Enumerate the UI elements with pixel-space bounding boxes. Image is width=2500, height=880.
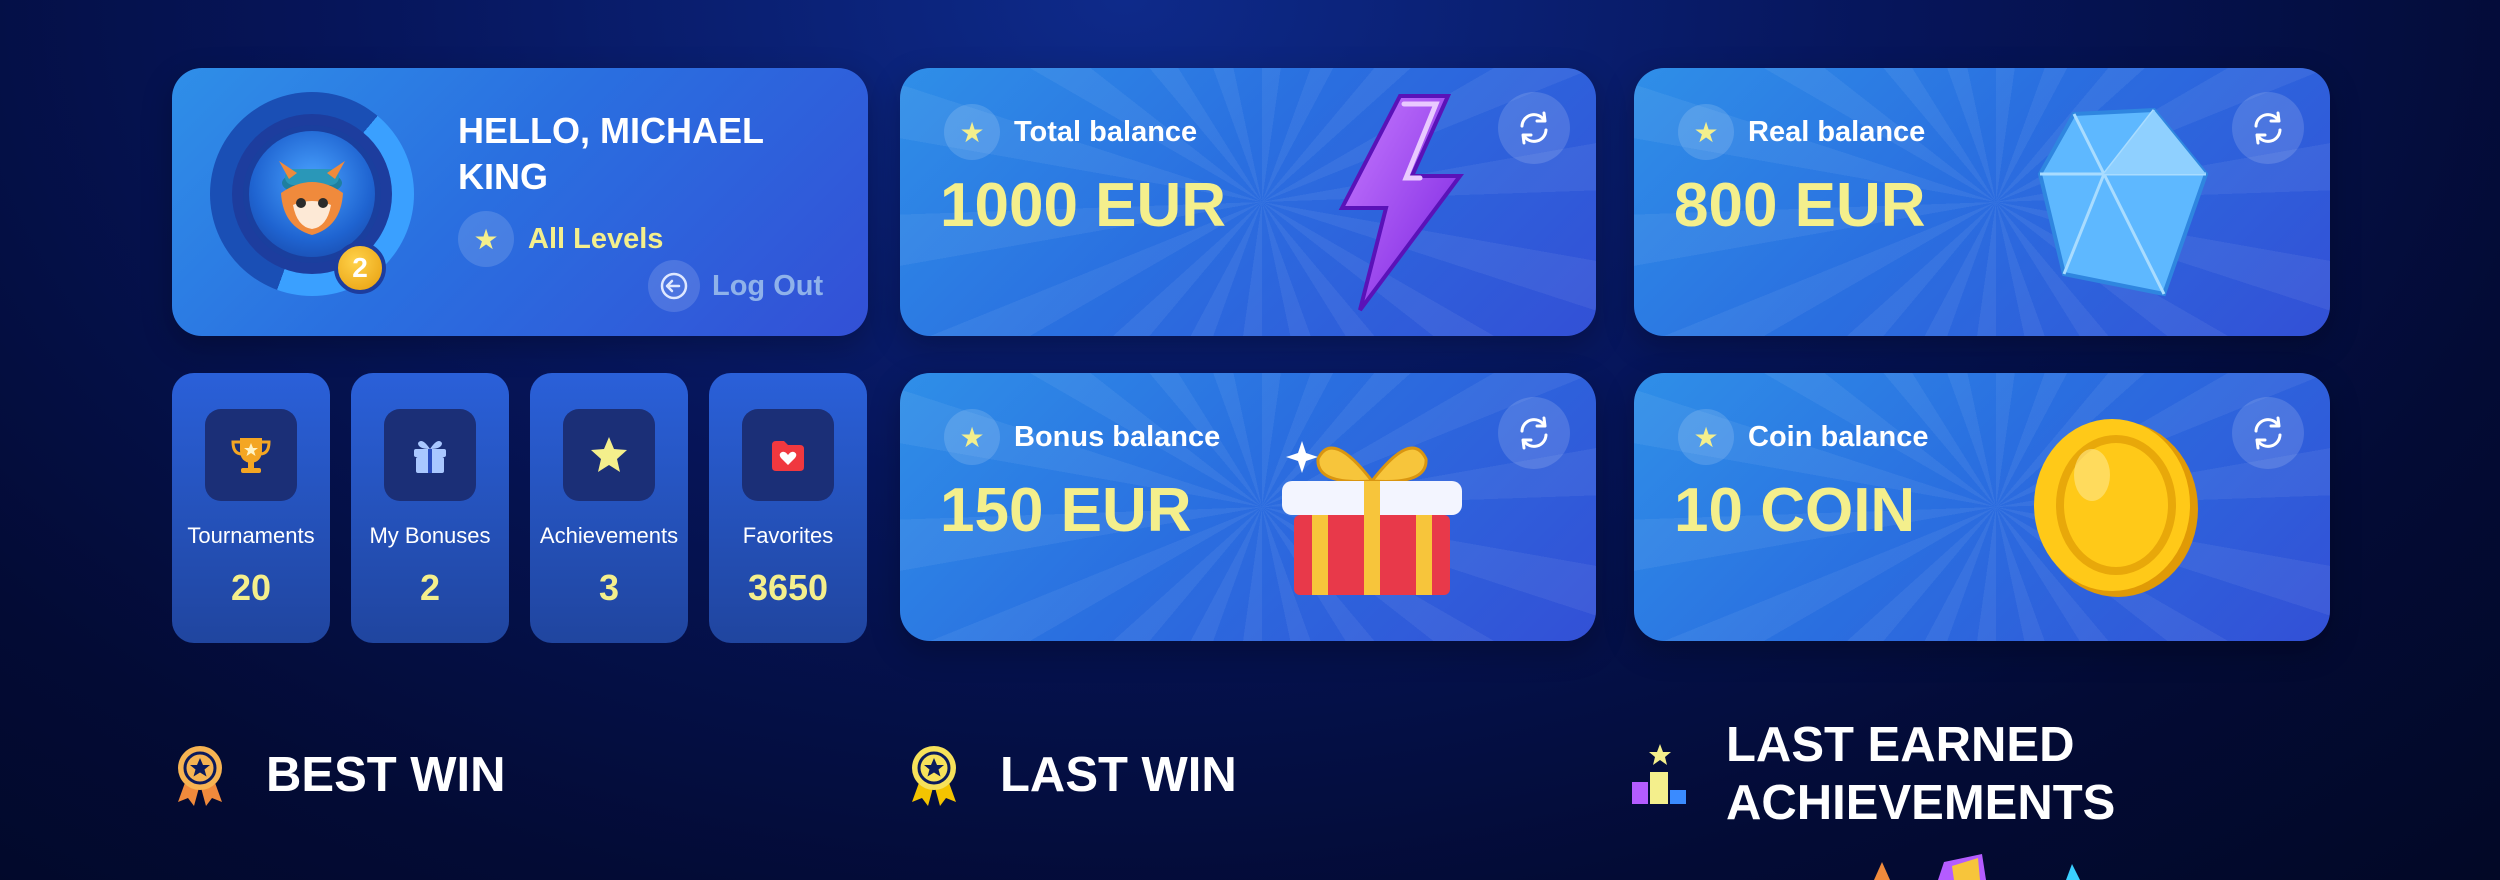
stat-value: 3650 bbox=[747, 567, 829, 608]
level-badge: 2 bbox=[334, 242, 386, 294]
last-achievements-title: LAST EARNED ACHIEVEMENTS bbox=[1726, 718, 2116, 830]
stat-value: 2 bbox=[419, 567, 441, 608]
stat-value: 20 bbox=[230, 567, 272, 608]
stat-value: 3 bbox=[598, 567, 620, 608]
logout-button[interactable]: Log Out bbox=[648, 260, 823, 312]
balance-title: ★ Total balance bbox=[944, 104, 1197, 160]
medal-icon bbox=[178, 746, 222, 806]
stat-label: Achievements bbox=[539, 523, 679, 548]
real-balance-card: ★ Real balance 800 EUR bbox=[1634, 68, 2330, 336]
stat-label: My Bonuses bbox=[369, 523, 491, 548]
achievement-badges-peek bbox=[1874, 854, 2080, 880]
last-win-heading: LAST WIN bbox=[906, 744, 1237, 806]
logout-label: Log Out bbox=[712, 269, 824, 302]
refresh-icon bbox=[2254, 111, 2282, 145]
stat-label: Tournaments bbox=[187, 523, 315, 548]
balance-label: Coin balance bbox=[1748, 420, 1929, 453]
star-icon: ★ bbox=[944, 104, 1000, 160]
last-achievements-heading: LAST EARNED ACHIEVEMENTS bbox=[1630, 716, 2286, 832]
balance-amount: 150 EUR bbox=[940, 476, 1192, 545]
refresh-bonus-button[interactable] bbox=[1498, 397, 1570, 469]
star-icon: ★ bbox=[1678, 409, 1734, 465]
stat-achievements[interactable]: Achievements 3 bbox=[530, 373, 688, 643]
last-win-title: LAST WIN bbox=[1000, 748, 1237, 802]
refresh-coin-button[interactable] bbox=[2232, 397, 2304, 469]
stat-my-bonuses[interactable]: My Bonuses 2 bbox=[351, 373, 509, 643]
balance-amount: 800 EUR bbox=[1674, 171, 1926, 240]
refresh-real-button[interactable] bbox=[2232, 92, 2304, 164]
greeting-text: HELLO, MICHAEL KING bbox=[458, 110, 764, 197]
stat-label: Favorites bbox=[742, 523, 834, 548]
balance-label: Real balance bbox=[1748, 115, 1926, 148]
all-levels-label: All Levels bbox=[528, 222, 664, 255]
gift-icon bbox=[384, 409, 476, 501]
stat-favorites[interactable]: Favorites 3650 bbox=[709, 373, 867, 643]
stat-tournaments[interactable]: Tournaments 20 bbox=[172, 373, 330, 643]
coin-balance-card: ★ Coin balance 10 COIN bbox=[1634, 373, 2330, 641]
heart-folder-icon bbox=[742, 409, 834, 501]
best-win-title: BEST WIN bbox=[266, 748, 506, 802]
balance-title: ★ Bonus balance bbox=[944, 409, 1220, 465]
bonus-balance-card: ★ Bonus balance 150 EUR bbox=[900, 373, 1596, 641]
balance-title: ★ Real balance bbox=[1678, 104, 1925, 160]
star-icon: ★ bbox=[458, 211, 514, 267]
logout-icon bbox=[648, 260, 700, 312]
refresh-icon bbox=[1520, 416, 1548, 450]
balance-label: Bonus balance bbox=[1014, 420, 1221, 453]
podium-icon bbox=[1632, 744, 1686, 804]
best-win-heading: BEST WIN bbox=[172, 744, 506, 806]
balance-title: ★ Coin balance bbox=[1678, 409, 1929, 465]
medal-icon bbox=[912, 746, 956, 806]
total-balance-card: ★ Total balance 1000 EUR bbox=[900, 68, 1596, 336]
diamond-icon bbox=[2037, 107, 2209, 297]
refresh-total-button[interactable] bbox=[1498, 92, 1570, 164]
trophy-icon bbox=[205, 409, 297, 501]
level-progress-ring: 2 bbox=[210, 92, 414, 296]
star-icon: ★ bbox=[944, 409, 1000, 465]
refresh-icon bbox=[2254, 416, 2282, 450]
all-levels-link[interactable]: ★ All Levels bbox=[458, 211, 663, 267]
gift-box-icon bbox=[1282, 441, 1462, 595]
balance-amount: 10 COIN bbox=[1674, 476, 1916, 545]
lightning-icon bbox=[1338, 94, 1464, 312]
balance-label: Total balance bbox=[1014, 115, 1198, 148]
profile-card: 2 HELLO, MICHAEL KING ★ All Levels Log O… bbox=[172, 68, 868, 336]
star-icon bbox=[563, 409, 655, 501]
fox-avatar-icon bbox=[279, 161, 345, 235]
coin-icon bbox=[2034, 419, 2198, 597]
balance-amount: 1000 EUR bbox=[940, 171, 1227, 240]
star-icon: ★ bbox=[1678, 104, 1734, 160]
refresh-icon bbox=[1520, 111, 1548, 145]
